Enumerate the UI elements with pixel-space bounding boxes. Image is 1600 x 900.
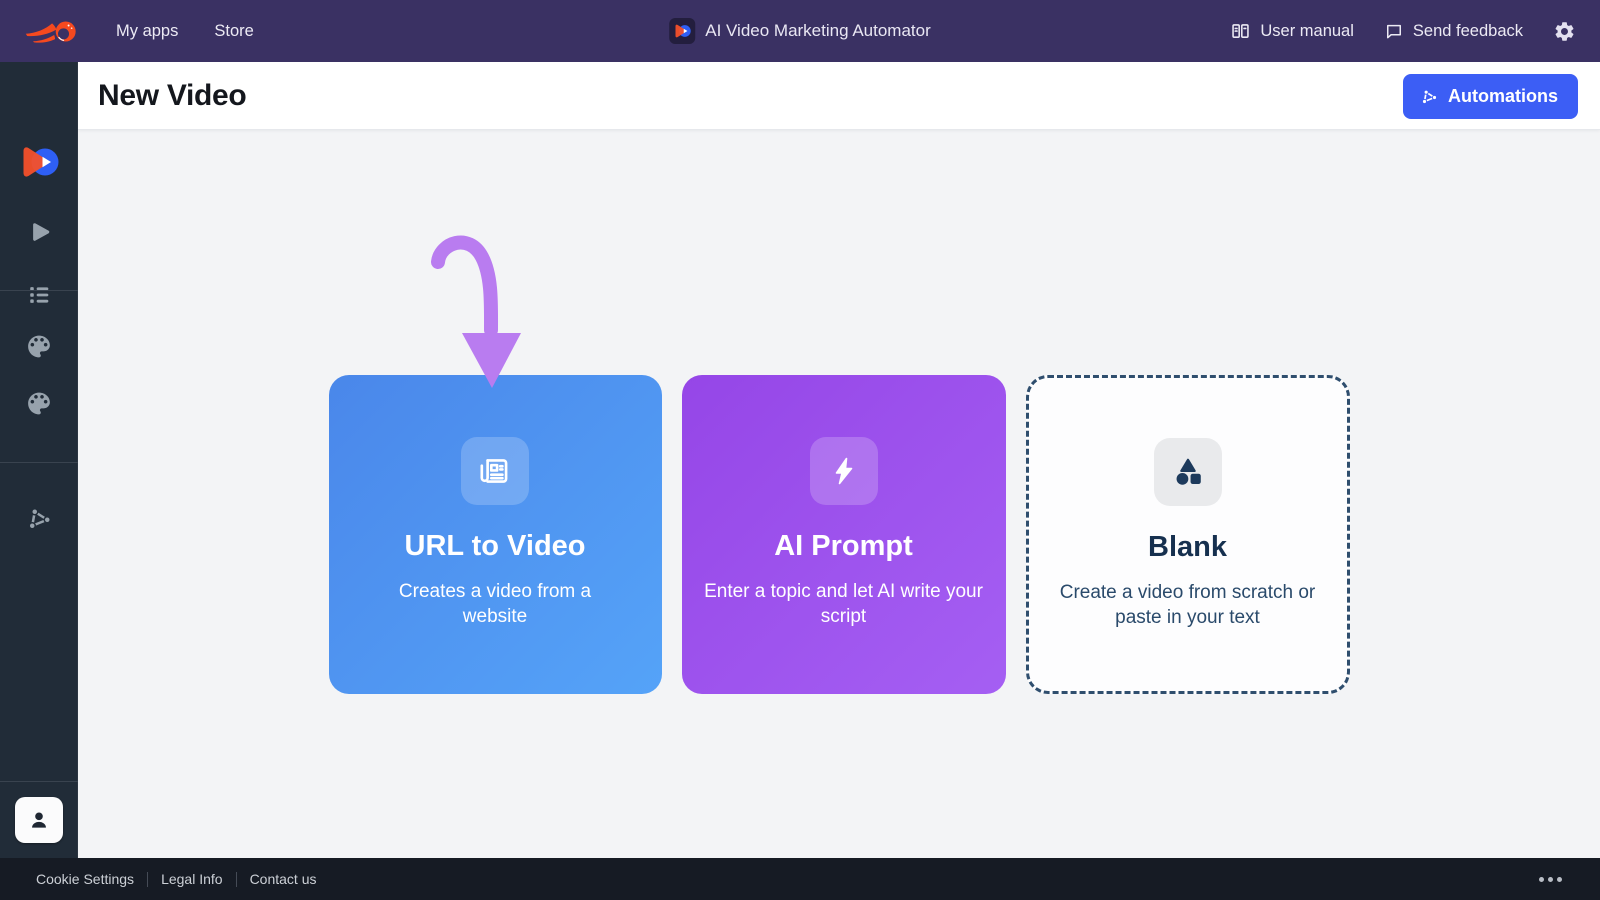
main-content: URL to Video Creates a video from a webs… xyxy=(78,130,1600,858)
palette-icon xyxy=(24,389,53,418)
automations-icon xyxy=(1419,87,1439,107)
send-feedback-label: Send feedback xyxy=(1413,22,1523,41)
page-header: New Video Automations xyxy=(78,62,1600,130)
shapes-icon xyxy=(1154,438,1222,506)
topbar-right: User manual Send feedback xyxy=(1230,20,1600,43)
person-icon xyxy=(26,807,52,833)
card-description: Enter a topic and let AI write your scri… xyxy=(701,580,986,629)
card-blank[interactable]: Blank Create a video from scratch or pas… xyxy=(1026,375,1350,694)
send-feedback-link[interactable]: Send feedback xyxy=(1384,21,1523,41)
book-icon xyxy=(1230,21,1251,42)
automations-button[interactable]: Automations xyxy=(1403,74,1578,119)
nav-item-my-apps[interactable]: My apps xyxy=(116,22,178,41)
sidebar-item-list[interactable] xyxy=(25,281,53,309)
ellipsis-icon xyxy=(1539,877,1544,882)
sidebar-item-videos[interactable] xyxy=(24,217,54,247)
creation-cards: URL to Video Creates a video from a webs… xyxy=(78,130,1600,694)
app-title: AI Video Marketing Automator xyxy=(705,21,931,41)
card-description: Create a video from scratch or paste in … xyxy=(1038,581,1338,630)
card-ai-prompt[interactable]: AI Prompt Enter a topic and let AI write… xyxy=(682,375,1006,694)
automations-button-label: Automations xyxy=(1448,86,1558,107)
sidebar-divider xyxy=(0,290,78,291)
ellipsis-icon xyxy=(1548,877,1553,882)
footer-link-contact-us[interactable]: Contact us xyxy=(250,871,317,887)
footer-divider xyxy=(147,872,148,887)
newspaper-icon xyxy=(461,437,529,505)
footer-link-cookie-settings[interactable]: Cookie Settings xyxy=(36,871,134,887)
sidebar-item-palette-2[interactable] xyxy=(24,389,53,418)
semrush-logo-icon xyxy=(24,15,82,48)
footer: Cookie Settings Legal Info Contact us xyxy=(0,858,1600,900)
more-options-button[interactable] xyxy=(1537,871,1564,888)
settings-button[interactable] xyxy=(1553,20,1576,43)
card-url-to-video[interactable]: URL to Video Creates a video from a webs… xyxy=(329,375,662,694)
topbar-nav: My apps Store xyxy=(116,22,254,41)
app-logo[interactable] xyxy=(16,142,62,182)
app-icon xyxy=(669,18,695,44)
sidebar-divider xyxy=(0,781,78,782)
play-icon xyxy=(24,217,54,247)
card-title: AI Prompt xyxy=(682,530,1006,563)
topbar: My apps Store AI Video Marketing Automat… xyxy=(0,0,1600,62)
nav-item-store[interactable]: Store xyxy=(214,22,253,41)
card-title: Blank xyxy=(1029,531,1347,564)
gear-icon xyxy=(1553,20,1576,43)
ellipsis-icon xyxy=(1557,877,1562,882)
automations-icon xyxy=(24,504,54,534)
sidebar-item-automations[interactable] xyxy=(24,504,54,534)
sidebar-divider xyxy=(0,462,78,463)
semrush-logo[interactable] xyxy=(24,15,82,48)
footer-link-legal-info[interactable]: Legal Info xyxy=(161,871,223,887)
page-title: New Video xyxy=(98,79,246,113)
user-manual-label: User manual xyxy=(1260,22,1354,41)
palette-icon xyxy=(24,332,53,361)
user-manual-link[interactable]: User manual xyxy=(1230,21,1354,42)
footer-divider xyxy=(236,872,237,887)
topbar-app-identity: AI Video Marketing Automator xyxy=(669,0,931,62)
lightning-icon xyxy=(810,437,878,505)
card-description: Creates a video from a website xyxy=(375,580,615,629)
card-title: URL to Video xyxy=(329,530,662,563)
sidebar xyxy=(0,62,78,858)
list-icon xyxy=(25,281,53,309)
user-profile-button[interactable] xyxy=(15,797,63,843)
feedback-bubble-icon xyxy=(1384,21,1404,41)
sidebar-item-palette-1[interactable] xyxy=(24,332,53,361)
